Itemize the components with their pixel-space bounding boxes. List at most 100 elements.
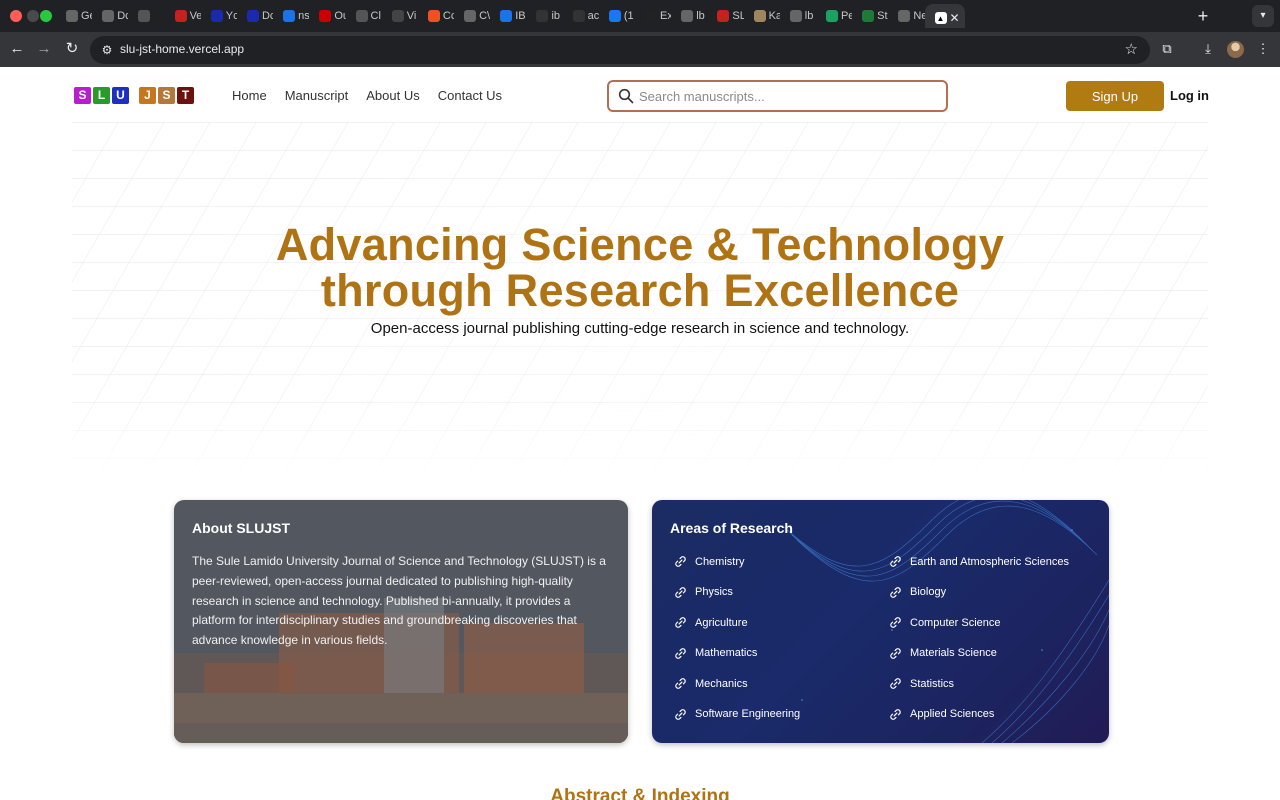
back-icon[interactable]: ← <box>7 39 27 59</box>
browser-tab[interactable]: Vi <box>382 4 418 28</box>
play-icon <box>825 10 838 22</box>
browser-tab-active[interactable]: ▲ ✕ <box>924 4 965 28</box>
site-settings-icon[interactable]: ⚙ <box>98 41 116 59</box>
browser-tab[interactable]: SL <box>707 4 744 28</box>
research-area-label: Biology <box>910 586 947 598</box>
logo-letter: L <box>93 87 110 104</box>
browser-tab-label: Ou <box>334 10 345 22</box>
search-icon <box>618 88 634 104</box>
link-icon <box>674 708 687 721</box>
fullscreen-window-button[interactable] <box>40 10 52 22</box>
close-window-button[interactable] <box>10 10 22 22</box>
profile-avatar[interactable] <box>1227 41 1244 58</box>
address-bar[interactable]: ⚙ slu-jst-home.vercel.app ☆ <box>90 36 1150 64</box>
research-area-item[interactable]: Biology <box>889 586 946 599</box>
browser-tab[interactable]: C\ <box>454 4 490 28</box>
browser-tab[interactable]: Ge <box>56 4 92 28</box>
browser-tab[interactable]: ns <box>273 4 309 28</box>
hero-title-line-2: through Research Excellence <box>320 265 960 316</box>
nav-home[interactable]: Home <box>232 88 267 103</box>
link-icon <box>889 677 902 690</box>
gmail-icon <box>174 10 187 22</box>
browser-tab-label: SL <box>732 10 744 22</box>
hero-title-line-1: Advancing Science & Technology <box>275 219 1005 270</box>
research-area-item[interactable]: Materials Science <box>889 647 997 660</box>
research-area-label: Agriculture <box>695 616 748 629</box>
browser-tab[interactable] <box>128 4 164 28</box>
browser-tab[interactable]: Dc <box>92 4 128 28</box>
research-area-item[interactable]: Physics <box>674 586 733 599</box>
research-area-item[interactable]: Earth and Atmospheric Sciences <box>889 555 1069 568</box>
close-tab-icon[interactable]: ✕ <box>950 11 960 25</box>
tab-search-button[interactable]: ▾ <box>1252 5 1274 27</box>
link-icon <box>889 586 902 599</box>
openai-icon <box>66 10 78 22</box>
browser-tab[interactable]: Ve <box>165 4 201 28</box>
logo-letter: U <box>112 87 129 104</box>
site-logo[interactable]: SLUJST <box>74 87 194 104</box>
browser-tab-label: Cl <box>370 10 381 22</box>
browser-tab[interactable]: Dc <box>237 4 273 28</box>
tab-strip: Ge Dc Ve Yc Dc ns Ou Cl Vi Cc C\ IB ib ac (1 Ex lb SL Ka lb… <box>56 4 1140 28</box>
research-area-item[interactable]: Chemistry <box>674 555 745 568</box>
nav-manuscript[interactable]: Manuscript <box>285 88 349 103</box>
globe-icon <box>789 10 802 22</box>
search-input[interactable] <box>639 87 939 105</box>
research-area-item[interactable]: Mathematics <box>674 647 757 660</box>
research-areas-card: Areas of Research Chemistry Physics Agricu… <box>652 500 1109 743</box>
nav-contact-us[interactable]: Contact Us <box>438 88 502 103</box>
reload-icon[interactable]: ↻ <box>62 39 82 59</box>
browser-tab[interactable]: Pe <box>816 4 852 28</box>
browser-tab-label: St <box>877 10 888 22</box>
forward-icon[interactable]: → <box>34 39 54 59</box>
research-area-item[interactable]: Mechanics <box>674 677 748 690</box>
nav-about-us[interactable]: About Us <box>366 88 419 103</box>
browser-tab-label: lb <box>804 10 814 22</box>
browser-tab[interactable]: (1 <box>599 4 635 28</box>
browser-tab[interactable]: IB <box>490 4 526 28</box>
browser-tab[interactable]: Yc <box>201 4 237 28</box>
research-area-item[interactable]: Statistics <box>889 677 954 690</box>
link-icon <box>355 10 368 22</box>
download-icon[interactable]: ⤓ <box>1199 40 1217 58</box>
link-icon <box>674 647 687 660</box>
browser-tab-label: Ge <box>81 10 92 22</box>
owl-icon <box>753 10 766 22</box>
minimize-window-button[interactable] <box>27 10 39 22</box>
browser-tab[interactable]: St <box>852 4 888 28</box>
browser-tab[interactable]: Cl <box>346 4 382 28</box>
logo-letter: S <box>74 87 91 104</box>
link-icon <box>674 586 687 599</box>
browser-tab-bar: Ge Dc Ve Yc Dc ns Ou Cl Vi Cc C\ IB ib ac (1 Ex lb SL Ka lb… <box>0 0 1280 32</box>
browser-tab[interactable]: lb <box>780 4 816 28</box>
vercel-icon <box>391 10 404 22</box>
openai-icon <box>464 10 477 22</box>
browser-tab[interactable]: Cc <box>418 4 454 28</box>
search-box <box>607 80 948 112</box>
new-tab-button[interactable]: + <box>1193 6 1213 26</box>
link-icon <box>889 616 902 629</box>
browser-tab[interactable]: Ne <box>888 4 925 28</box>
browser-tab[interactable]: Ex <box>635 4 671 28</box>
browser-tab[interactable]: Ou <box>309 4 346 28</box>
research-area-item[interactable]: Software Engineering <box>674 708 800 721</box>
log-in-link[interactable]: Log in <box>1170 88 1209 103</box>
research-area-item[interactable]: Agriculture <box>674 616 748 629</box>
chrome-menu-icon[interactable]: ⋮ <box>1254 40 1272 58</box>
ex-icon <box>645 10 657 22</box>
bookmark-star-icon[interactable]: ☆ <box>1125 40 1138 58</box>
browser-tab-label: Cc <box>442 10 455 22</box>
research-area-item[interactable]: Applied Sciences <box>889 708 994 721</box>
research-area-label: Mathematics <box>695 647 758 659</box>
browser-tab[interactable]: ib <box>526 4 562 28</box>
browser-tab[interactable]: lb <box>671 4 707 28</box>
research-area-item[interactable]: Computer Science <box>889 616 1001 629</box>
browser-tab-label: C\ <box>479 10 491 22</box>
facebook-icon <box>608 10 621 22</box>
browser-tab[interactable]: ac <box>563 4 599 28</box>
microsoft-icon <box>427 10 440 22</box>
sign-up-button[interactable]: Sign Up <box>1066 81 1164 111</box>
link-icon <box>889 555 902 568</box>
extensions-icon[interactable]: ⧉ <box>1158 40 1176 58</box>
browser-tab[interactable]: Ka <box>744 4 780 28</box>
